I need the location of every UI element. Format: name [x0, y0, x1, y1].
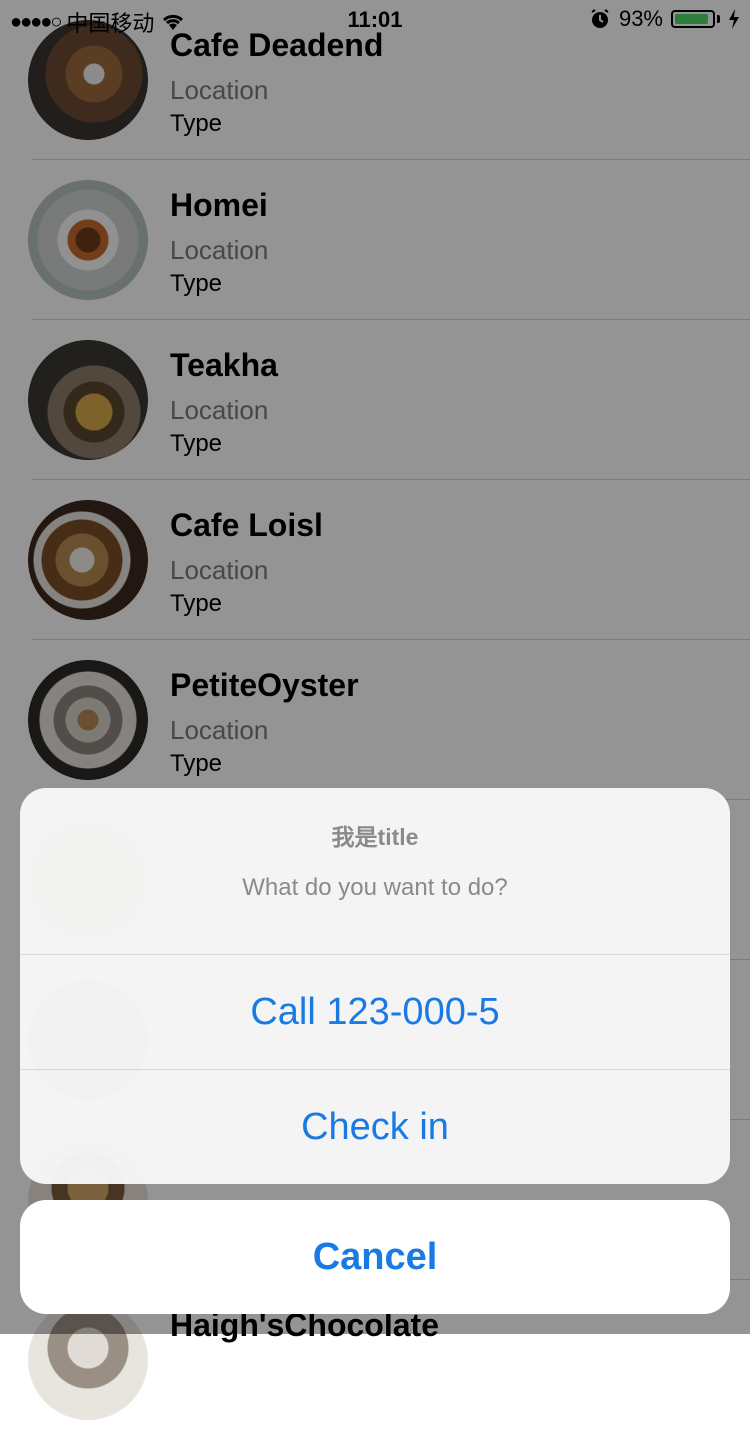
cancel-button[interactable]: Cancel: [20, 1200, 730, 1314]
action-sheet-title: 我是title: [331, 824, 419, 850]
action-sheet: 我是title What do you want to do? Call 123…: [20, 788, 730, 1184]
call-button[interactable]: Call 123-000-5: [20, 954, 730, 1069]
check-in-button[interactable]: Check in: [20, 1069, 730, 1184]
action-sheet-message: What do you want to do?: [242, 874, 508, 901]
